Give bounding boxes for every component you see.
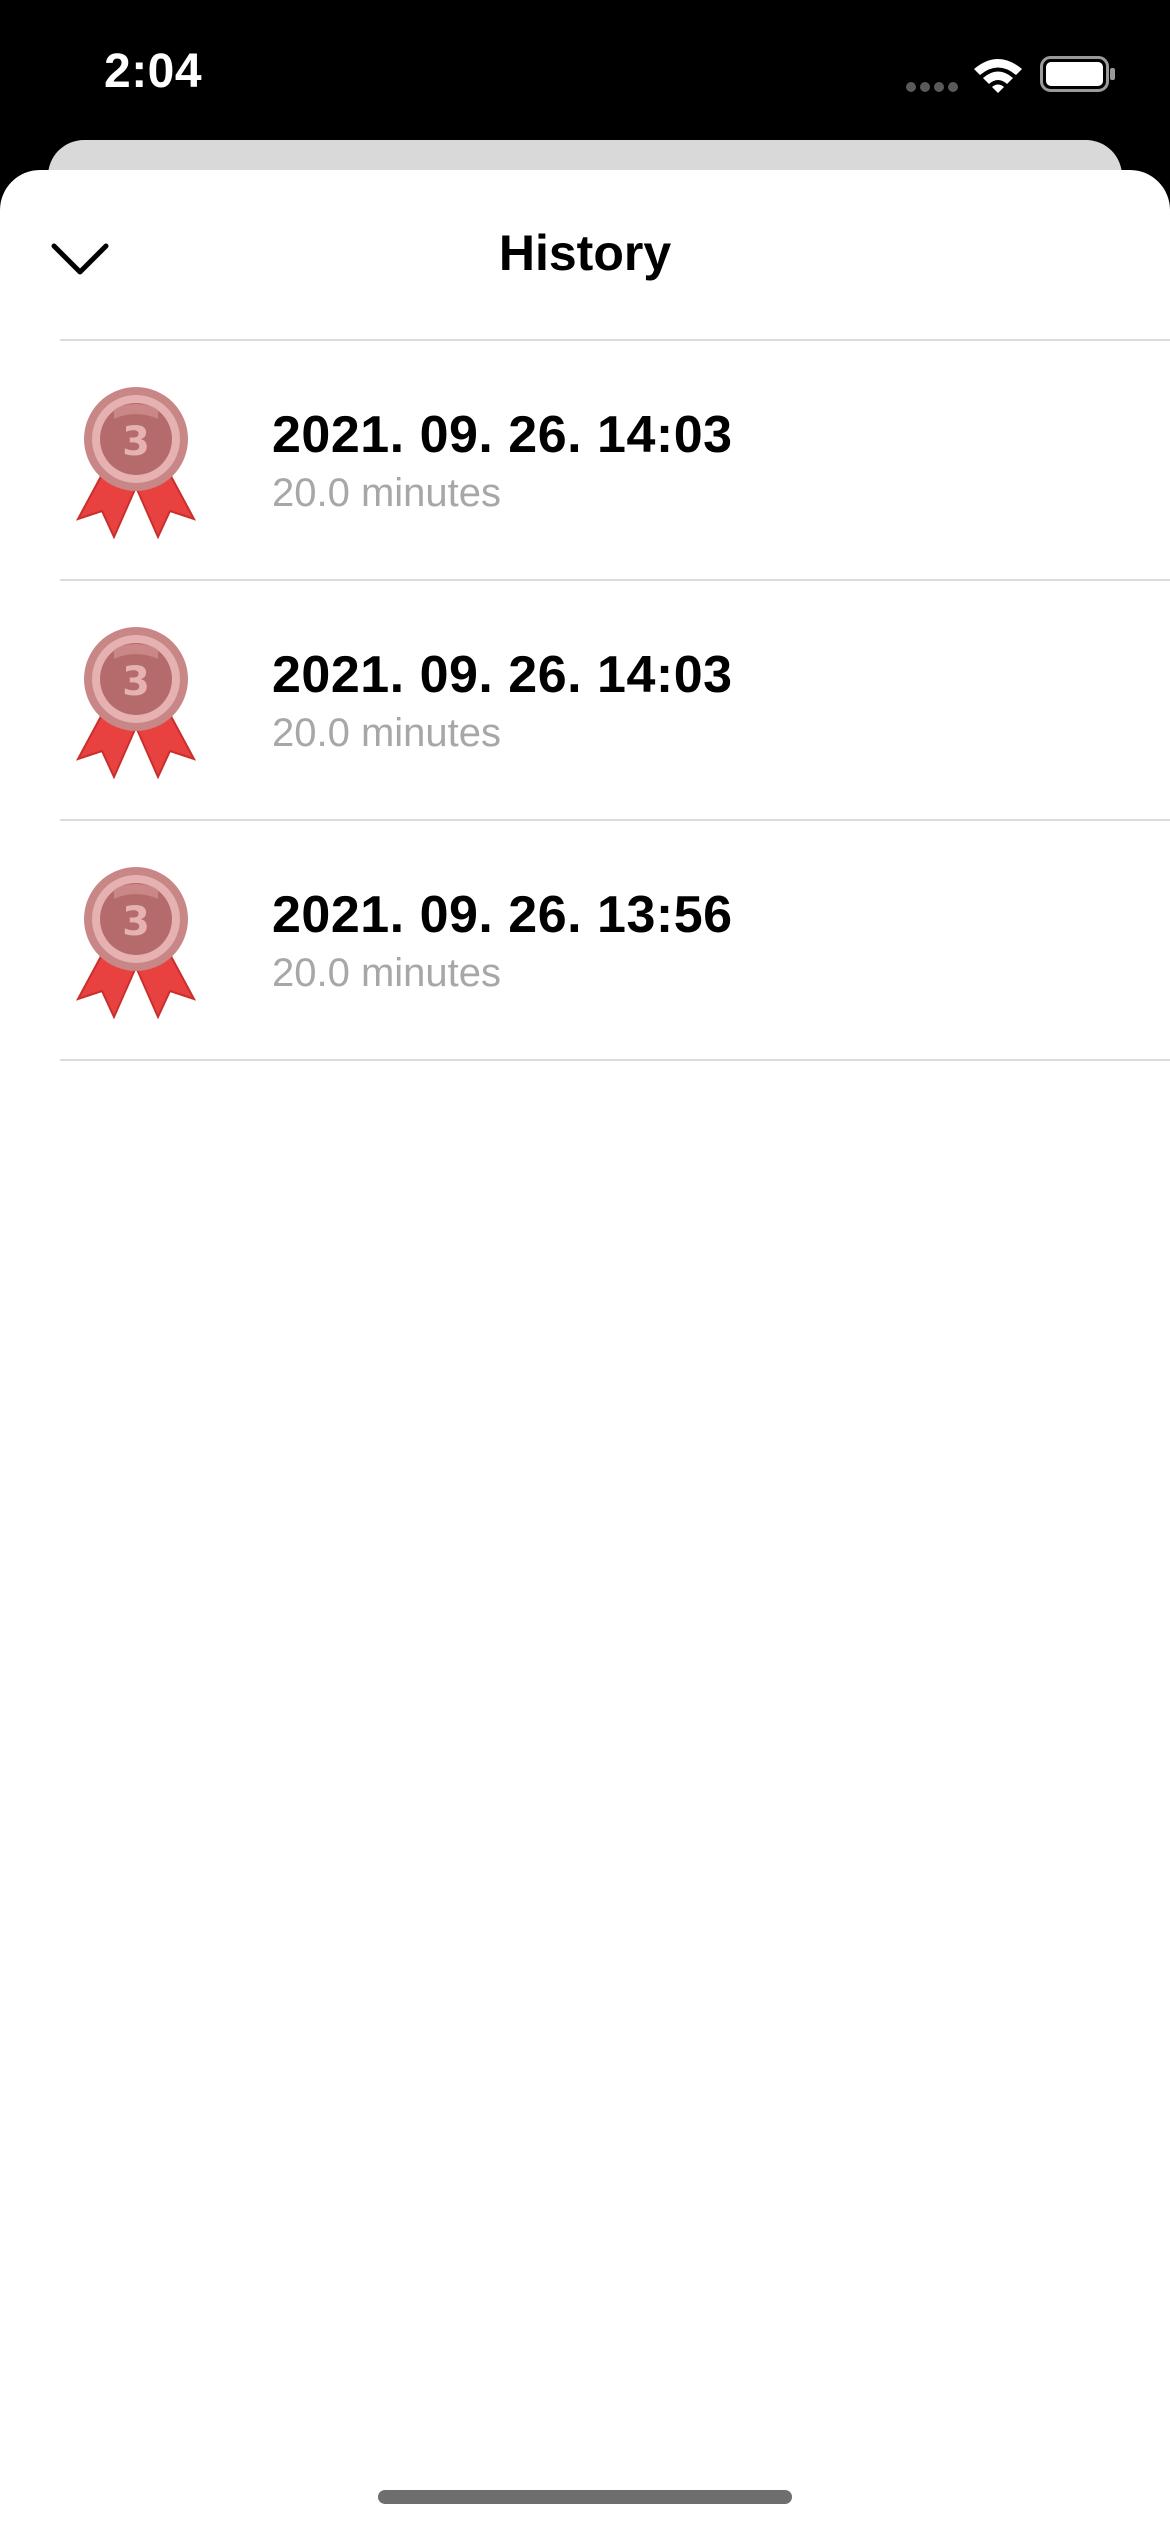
history-date: 2021. 09. 26. 14:03 <box>272 646 733 704</box>
history-duration: 20.0 minutes <box>272 711 502 755</box>
sheet-header: History <box>0 170 1170 340</box>
bronze-medal-icon: 3 <box>75 867 197 1019</box>
history-row[interactable]: 3 2021. 09. 26. 13:56 20.0 minutes <box>60 819 1170 1061</box>
page-title: History <box>498 225 672 281</box>
bronze-medal-icon: 3 <box>75 627 197 779</box>
history-row[interactable]: 3 2021. 09. 26. 14:03 20.0 minutes <box>60 579 1170 819</box>
history-sheet: History 3 2021. 09. 26. 14:03 20.0 minut… <box>0 170 1170 2532</box>
history-duration: 20.0 minutes <box>272 951 502 995</box>
history-date: 2021. 09. 26. 13:56 <box>272 886 733 944</box>
battery-icon <box>1040 56 1115 92</box>
svg-text:3: 3 <box>122 899 150 945</box>
wifi-icon <box>974 59 1022 93</box>
bronze-medal-icon: 3 <box>75 387 197 539</box>
history-row[interactable]: 3 2021. 09. 26. 14:03 20.0 minutes <box>60 339 1170 579</box>
svg-text:3: 3 <box>122 659 150 705</box>
cellular-signal-icon <box>906 82 958 92</box>
status-time: 2:04 <box>104 45 203 98</box>
svg-text:3: 3 <box>122 419 150 465</box>
history-list: 3 2021. 09. 26. 14:03 20.0 minutes 3 202… <box>60 339 1170 1061</box>
home-indicator[interactable] <box>378 2490 792 2504</box>
history-date: 2021. 09. 26. 14:03 <box>272 406 733 464</box>
status-bar: 2:04 <box>0 0 1170 150</box>
history-duration: 20.0 minutes <box>272 471 502 515</box>
